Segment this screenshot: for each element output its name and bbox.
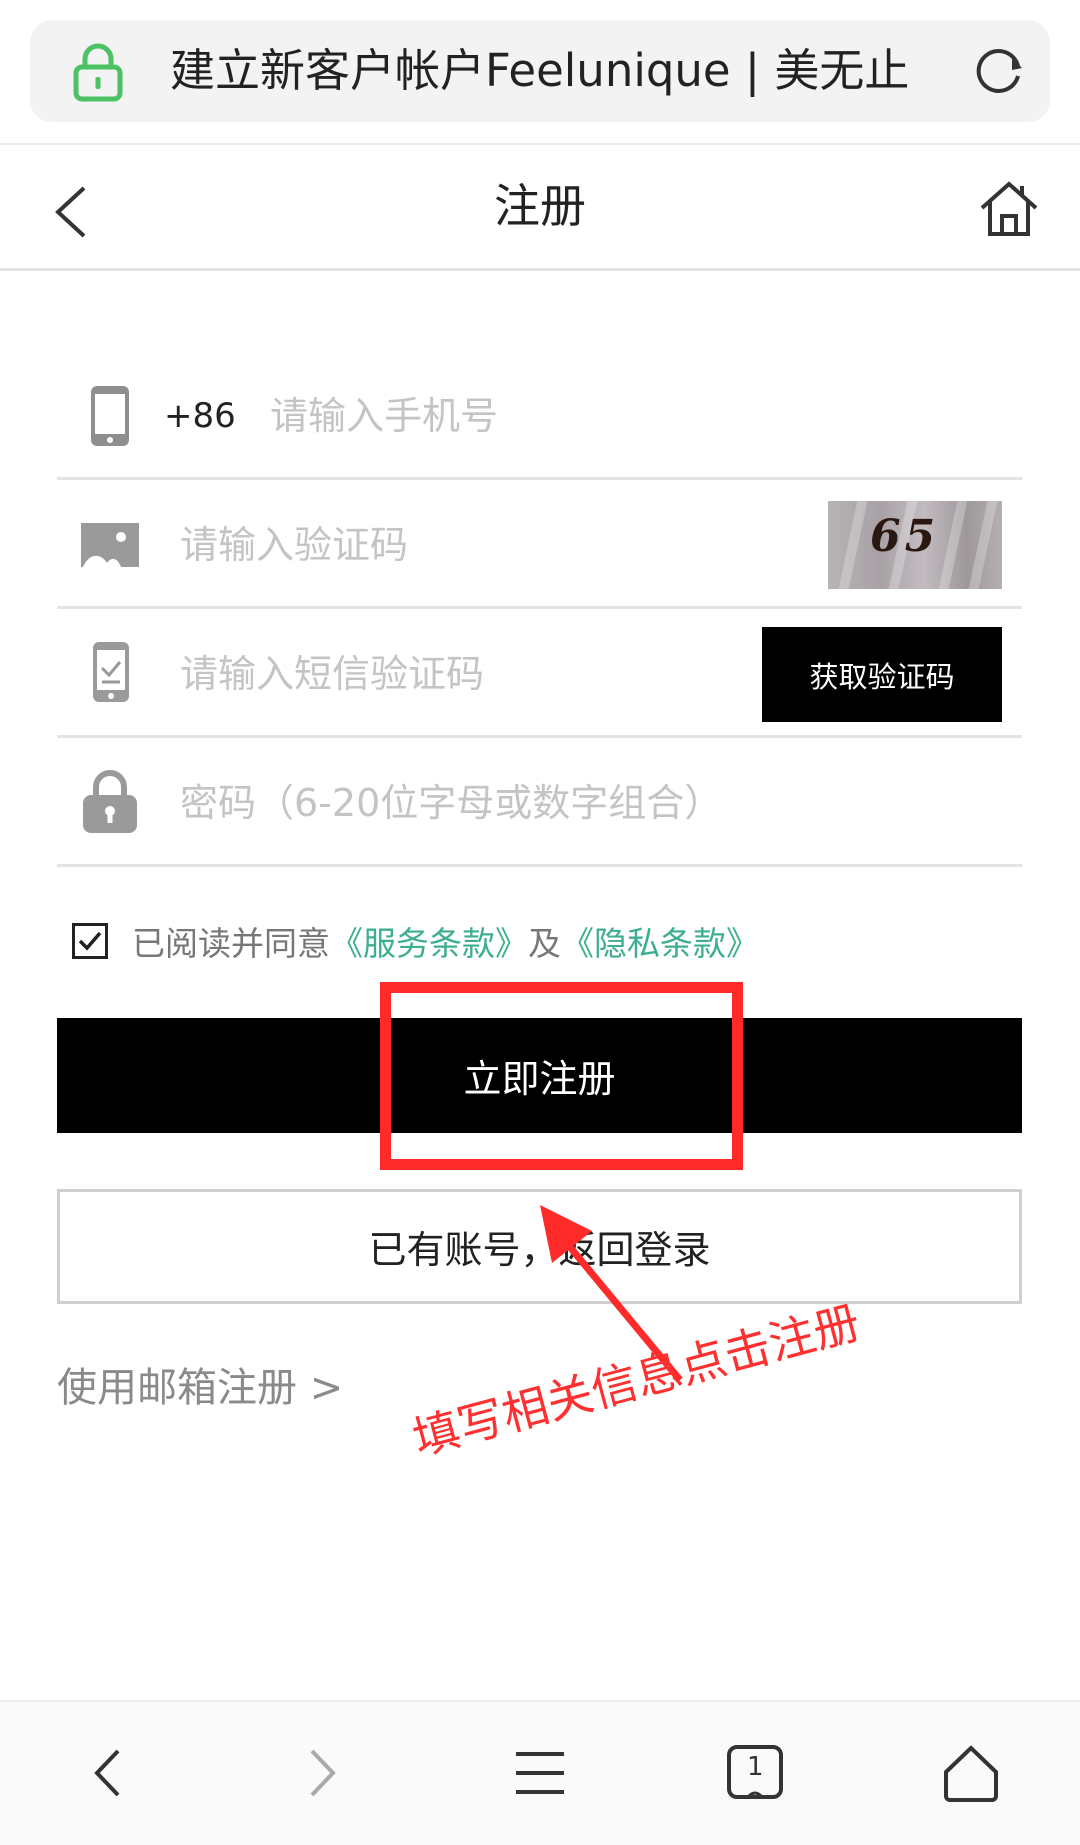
agree-checkbox[interactable] bbox=[72, 923, 108, 959]
register-button[interactable]: 立即注册 bbox=[57, 1018, 1022, 1133]
privacy-policy-link[interactable]: 《隐私条款》 bbox=[561, 917, 759, 965]
reload-icon[interactable] bbox=[972, 44, 1026, 98]
chevron-left-icon[interactable] bbox=[72, 1738, 142, 1808]
phone-row: +86 bbox=[57, 352, 1022, 480]
captcha-image-text: 65 bbox=[870, 511, 940, 562]
phone-input[interactable] bbox=[270, 376, 970, 456]
country-code[interactable]: +86 bbox=[164, 352, 236, 480]
sms-code-input[interactable] bbox=[180, 634, 740, 714]
home-icon[interactable] bbox=[978, 180, 1040, 238]
tabs-count: 1 bbox=[747, 1752, 764, 1782]
password-input[interactable] bbox=[180, 763, 980, 843]
tabs-icon[interactable]: 1 bbox=[720, 1738, 790, 1808]
terms-of-service-link[interactable]: 《服务条款》 bbox=[330, 917, 528, 965]
page-url-title[interactable]: 建立新客户帐户Feelunique | 美无止 bbox=[170, 20, 909, 122]
back-to-login-button[interactable]: 已有账号，返回登录 bbox=[57, 1189, 1022, 1304]
annotation-text: 填写相关信息点击注册 bbox=[407, 1294, 866, 1466]
captcha-row: 65 bbox=[57, 481, 1022, 609]
agreement-text: 已阅读并同意 bbox=[132, 924, 330, 963]
sms-code-row: 获取验证码 bbox=[57, 610, 1022, 738]
page-title: 注册 bbox=[494, 179, 586, 233]
menu-icon[interactable] bbox=[505, 1738, 575, 1808]
lock-icon bbox=[83, 769, 137, 837]
image-icon bbox=[81, 523, 139, 571]
page-header: 注册 bbox=[0, 146, 1080, 271]
get-sms-code-button[interactable]: 获取验证码 bbox=[762, 627, 1002, 722]
agreement-row: 已阅读并同意 《服务条款》 及 《隐私条款》 bbox=[72, 915, 759, 967]
phone-icon bbox=[91, 386, 129, 450]
email-register-link[interactable]: 使用邮箱注册 > bbox=[57, 1355, 343, 1413]
captcha-input[interactable] bbox=[180, 505, 680, 585]
browser-bottom-bar: 1 bbox=[0, 1700, 1080, 1845]
captcha-image[interactable]: 65 bbox=[828, 501, 1002, 589]
agreement-joiner: 及 bbox=[528, 924, 561, 963]
home-icon[interactable] bbox=[936, 1738, 1006, 1808]
lock-icon bbox=[72, 42, 124, 102]
phone-check-icon bbox=[93, 642, 129, 706]
address-bar[interactable]: 建立新客户帐户Feelunique | 美无止 bbox=[30, 20, 1050, 122]
password-row bbox=[57, 739, 1022, 867]
browser-url-area: 建立新客户帐户Feelunique | 美无止 bbox=[0, 0, 1080, 145]
chevron-right-icon[interactable] bbox=[288, 1738, 358, 1808]
